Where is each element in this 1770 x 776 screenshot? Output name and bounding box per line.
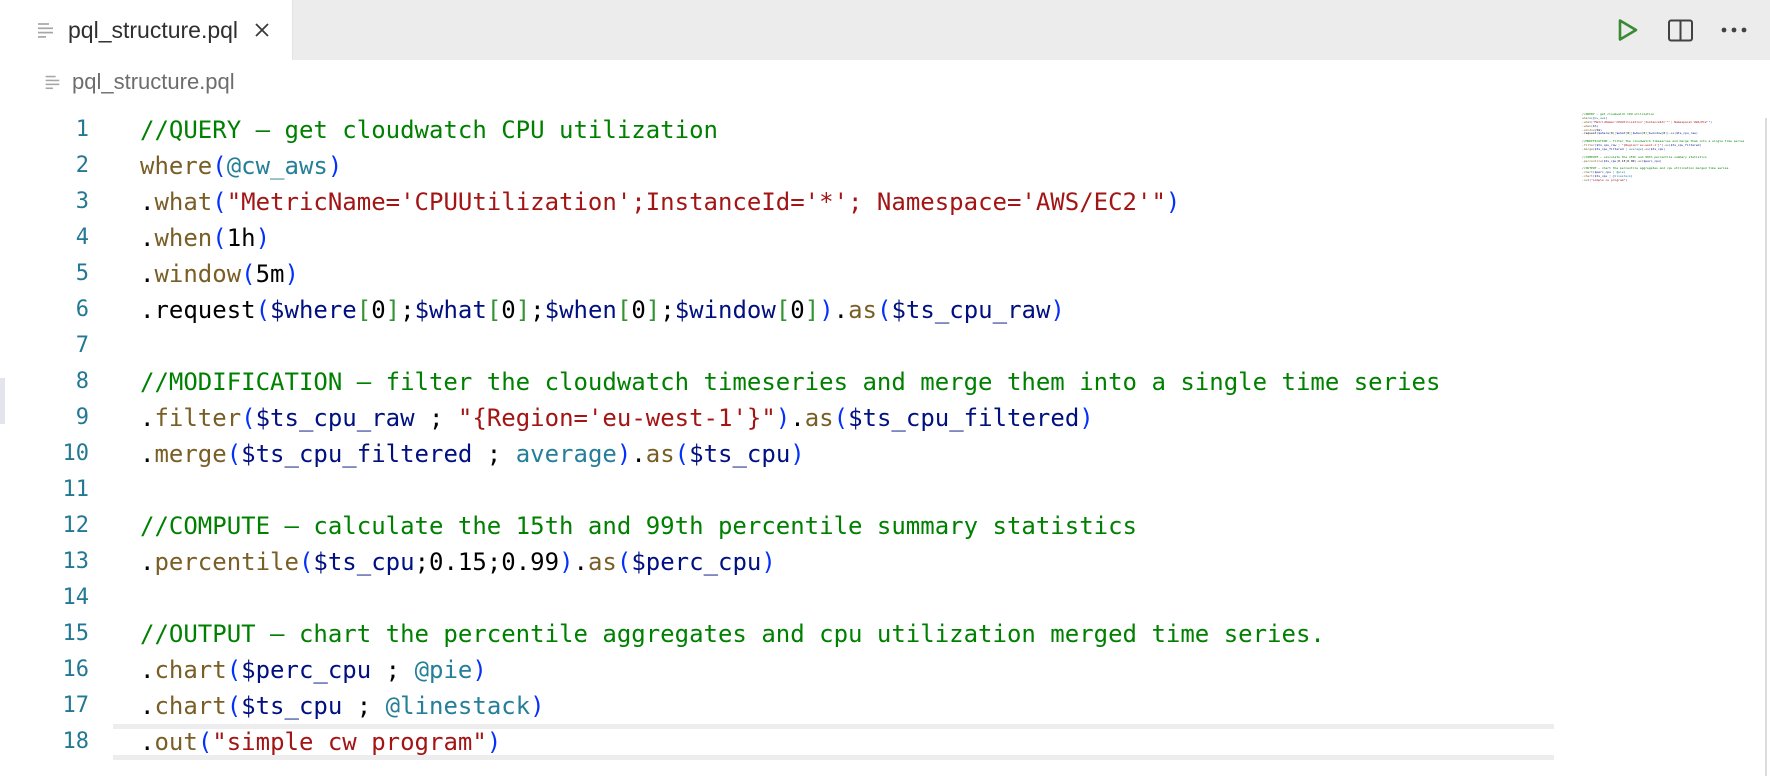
line-number[interactable]: 3 bbox=[0, 184, 89, 220]
code-line[interactable]: 9 .filter($ts_cpu_raw ; "{Region='eu-west… bbox=[0, 400, 1554, 436]
code-text: .out("simple cw program") bbox=[113, 724, 1554, 760]
ellipsis-icon bbox=[1721, 27, 1747, 33]
breadcrumb-label: pql_structure.pql bbox=[72, 69, 235, 94]
minimap[interactable]: //QUERY – get cloudwatch CPU utilization… bbox=[1582, 113, 1744, 193]
code-line[interactable]: 3 .what("MetricName='CPUUtilization';Inst… bbox=[0, 184, 1554, 220]
code-text: .request($where[0];$what[0];$when[0];$wi… bbox=[140, 296, 1065, 324]
minimap-content: //QUERY – get cloudwatch CPU utilization… bbox=[1582, 113, 1744, 183]
close-icon[interactable] bbox=[252, 20, 272, 40]
code-text: where(@cw_aws) bbox=[140, 152, 343, 180]
line-number[interactable]: 15 bbox=[0, 616, 90, 652]
code-line[interactable]: 8 //MODIFICATION – filter the cloudwatch … bbox=[0, 364, 1554, 400]
split-square-icon bbox=[1668, 19, 1693, 41]
code-line[interactable]: 14 bbox=[0, 580, 1554, 616]
left-edge-marker bbox=[0, 378, 5, 424]
split-editor-button[interactable] bbox=[1667, 17, 1694, 44]
file-lines-icon bbox=[45, 75, 60, 90]
line-number[interactable]: 6 bbox=[0, 292, 89, 328]
code-text: .when(1h) bbox=[140, 224, 271, 252]
code-area: 1 //QUERY – get cloudwatch CPU utilizatio… bbox=[0, 112, 1554, 760]
run-button[interactable] bbox=[1611, 15, 1641, 45]
tab-bar: pql_structure.pql bbox=[0, 0, 1770, 60]
code-line[interactable]: 11 bbox=[0, 472, 1554, 508]
tab-label: pql_structure.pql bbox=[68, 16, 239, 43]
more-actions-button[interactable] bbox=[1720, 25, 1748, 35]
code-line[interactable]: 5 .window(5m) bbox=[0, 256, 1554, 292]
code-text: //MODIFICATION – filter the cloudwatch t… bbox=[140, 368, 1441, 396]
code-line[interactable]: 7 bbox=[0, 328, 1554, 364]
code-text: .chart($ts_cpu ; @linestack) bbox=[140, 692, 545, 720]
line-number[interactable]: 16 bbox=[0, 652, 90, 688]
code-text: .filter($ts_cpu_raw ; "{Region='eu-west-… bbox=[140, 404, 1094, 432]
code-line[interactable]: 13 .percentile($ts_cpu;0.15;0.99).as($per… bbox=[0, 544, 1554, 580]
code-text: .merge($ts_cpu_filtered ; average).as($t… bbox=[140, 440, 805, 468]
line-number[interactable]: 12 bbox=[0, 508, 90, 544]
line-number[interactable]: 4 bbox=[0, 220, 89, 256]
line-number[interactable]: 1 bbox=[0, 112, 89, 148]
line-number[interactable]: 9 bbox=[0, 400, 89, 436]
line-number[interactable]: 10 bbox=[0, 436, 90, 472]
line-number[interactable]: 17 bbox=[0, 688, 90, 724]
code-text: .chart($perc_cpu ; @pie) bbox=[140, 656, 487, 684]
editor-right-border bbox=[1765, 118, 1767, 776]
code-text: //COMPUTE – calculate the 15th and 99th … bbox=[140, 512, 1137, 540]
code-line[interactable]: 12 //COMPUTE – calculate the 15th and 99t… bbox=[0, 508, 1554, 544]
code-line[interactable]: 2 where(@cw_aws) bbox=[0, 148, 1554, 184]
line-number[interactable]: 18 bbox=[0, 724, 90, 760]
file-lines-icon bbox=[38, 23, 53, 38]
editor-actions bbox=[1611, 0, 1770, 60]
line-number[interactable]: 13 bbox=[0, 544, 90, 580]
code-text: //QUERY – get cloudwatch CPU utilization bbox=[140, 116, 718, 144]
code-text: .what("MetricName='CPUUtilization';Insta… bbox=[140, 188, 1181, 216]
play-outline-icon bbox=[1618, 19, 1638, 41]
code-line[interactable]: 1 //QUERY – get cloudwatch CPU utilizatio… bbox=[0, 112, 1554, 148]
code-text: .window(5m) bbox=[140, 260, 299, 288]
code-line[interactable]: 6 .request($where[0];$what[0];$when[0];$w… bbox=[0, 292, 1554, 328]
code-text: //OUTPUT – chart the percentile aggregat… bbox=[140, 620, 1325, 648]
line-number[interactable]: 11 bbox=[0, 472, 90, 508]
line-number[interactable]: 5 bbox=[0, 256, 89, 292]
code-line[interactable]: 16 .chart($perc_cpu ; @pie) bbox=[0, 652, 1554, 688]
line-number[interactable]: 7 bbox=[0, 328, 89, 364]
code-line[interactable]: 15 //OUTPUT – chart the percentile aggreg… bbox=[0, 616, 1554, 652]
code-line[interactable]: 4 .when(1h) bbox=[0, 220, 1554, 256]
line-number[interactable]: 2 bbox=[0, 148, 89, 184]
line-number[interactable]: 8 bbox=[0, 364, 89, 400]
code-line[interactable]: 10 .merge($ts_cpu_filtered ; average).as(… bbox=[0, 436, 1554, 472]
code-text: .percentile($ts_cpu;0.15;0.99).as($perc_… bbox=[140, 548, 776, 576]
editor-window: pql_structure.pql pql_structure.pql 1 //… bbox=[0, 0, 1770, 776]
line-number[interactable]: 14 bbox=[0, 580, 90, 616]
breadcrumb[interactable]: pql_structure.pql bbox=[42, 66, 235, 98]
code-line[interactable]: 17 .chart($ts_cpu ; @linestack) bbox=[0, 688, 1554, 724]
code-line[interactable]: 18 .out("simple cw program") bbox=[0, 724, 1554, 760]
tab-pql-structure[interactable]: pql_structure.pql bbox=[0, 0, 293, 60]
